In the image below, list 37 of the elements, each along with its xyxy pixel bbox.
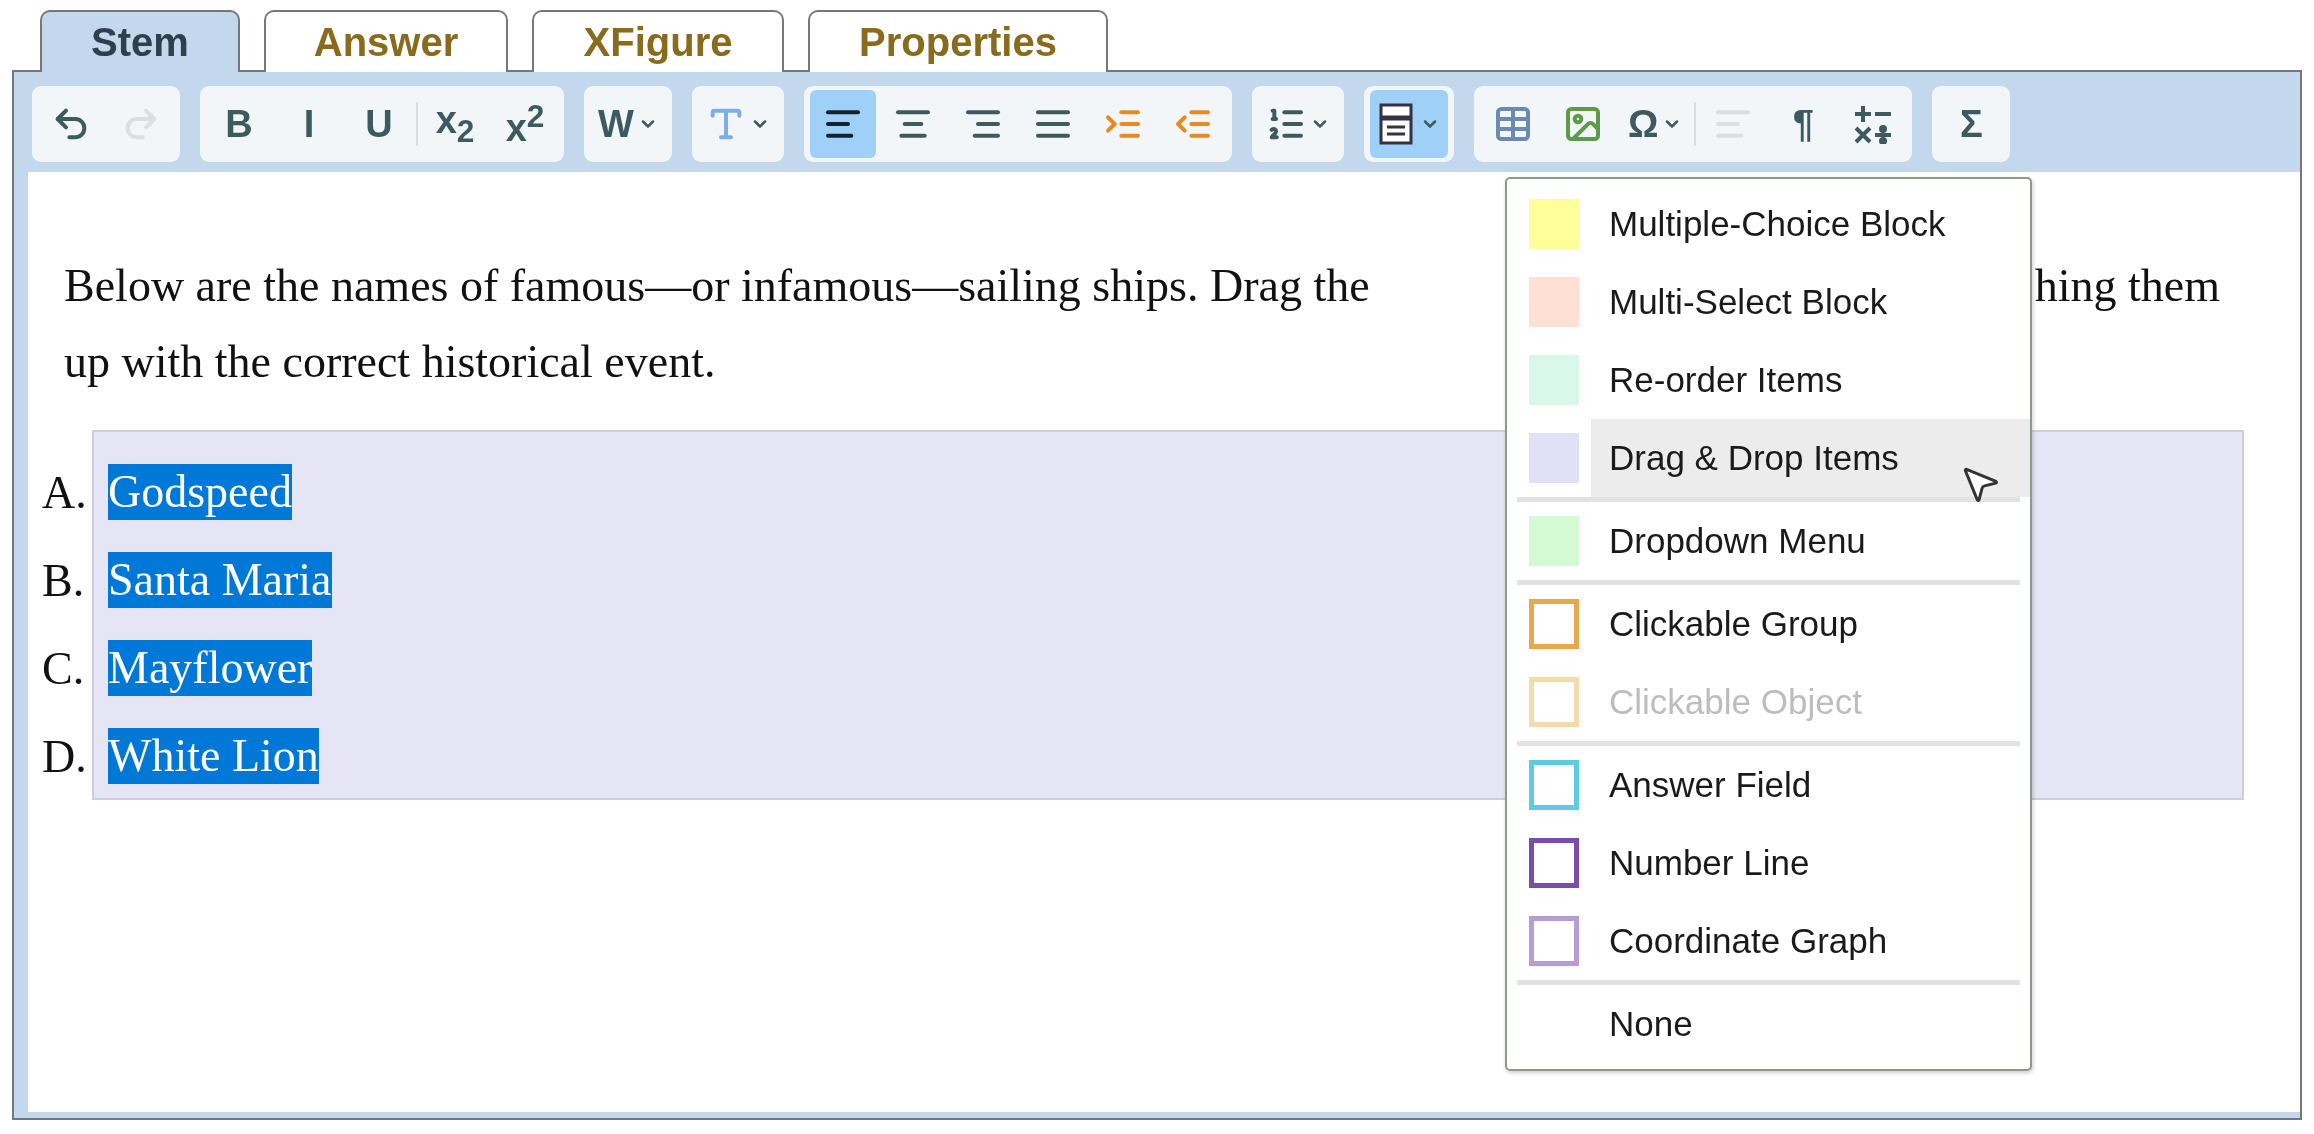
form-icon: [1377, 103, 1416, 145]
menu-item[interactable]: Re-order Items: [1507, 341, 2030, 419]
format-button[interactable]: W: [590, 90, 666, 158]
ship-name: White Lion: [108, 728, 319, 784]
stem-text: Below are the names of famous—or infamous—sailing ships. Drag the: [64, 259, 1370, 313]
align-left-button[interactable]: [809, 90, 876, 158]
menu-item[interactable]: Clickable Group: [1507, 585, 2030, 663]
insert-block-button[interactable]: [1369, 90, 1448, 158]
ship-name: Santa Maria: [108, 552, 332, 608]
menu-item[interactable]: Number Line: [1507, 824, 2030, 902]
format-button[interactable]: Ω: [1619, 90, 1691, 158]
item-letter: A.: [42, 465, 88, 519]
item-letter: C.: [42, 641, 86, 695]
format-button[interactable]: B: [206, 90, 272, 158]
menu-item[interactable]: Dropdown Menu: [1507, 502, 2030, 580]
item-letter: B.: [42, 553, 86, 607]
menu-item[interactable]: Answer Field: [1507, 746, 2030, 824]
format-button[interactable]: I: [276, 90, 342, 158]
ship-name: Godspeed: [108, 464, 292, 520]
format-button[interactable]: ¶: [1770, 90, 1837, 158]
tab[interactable]: Stem: [40, 10, 240, 72]
stem-text: up with the correct historical event.: [64, 335, 716, 389]
format-button[interactable]: Σ: [1938, 90, 2005, 158]
menu-item[interactable]: Multiple-Choice Block: [1507, 185, 2030, 263]
format-button[interactable]: x$_{2}$: [422, 90, 488, 158]
tab[interactable]: Answer: [264, 10, 508, 72]
tab[interactable]: Properties: [808, 10, 1108, 72]
stem-text: hing them: [2034, 259, 2220, 313]
menu-item[interactable]: Multi-Select Block: [1507, 263, 2030, 341]
menu-item[interactable]: Coordinate Graph: [1507, 902, 2030, 980]
tab[interactable]: XFigure: [532, 10, 784, 72]
format-button[interactable]: x$^{2}$: [492, 90, 558, 158]
item-letter: D.: [42, 729, 88, 783]
math-operators-icon: [1853, 104, 1894, 144]
format-button[interactable]: U: [346, 90, 412, 158]
ship-name: Mayflower: [108, 640, 313, 696]
menu-item[interactable]: None: [1507, 985, 2030, 1063]
